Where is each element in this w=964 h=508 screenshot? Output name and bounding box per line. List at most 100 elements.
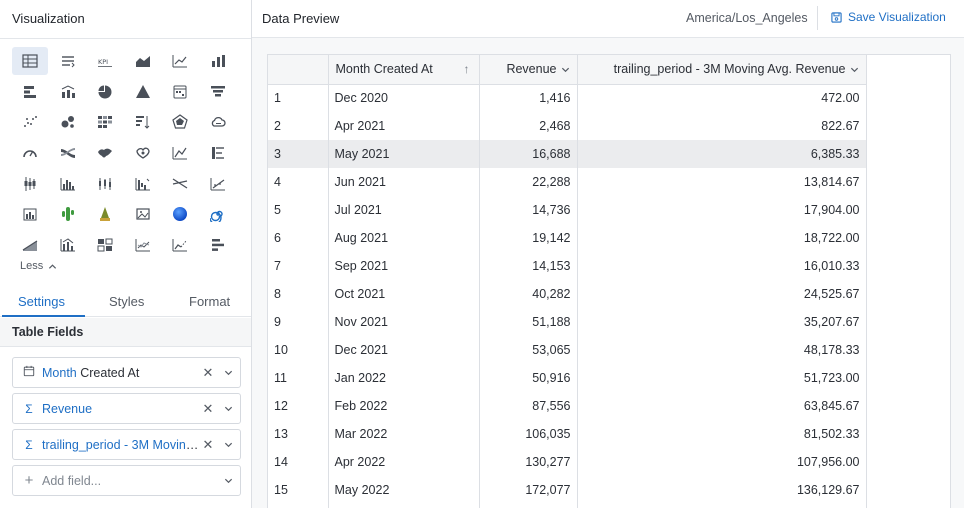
divider — [817, 6, 818, 30]
radar-icon — [172, 114, 189, 129]
table-row[interactable]: 13 Mar 2022 106,035 81,502.33 — [268, 420, 867, 448]
viz-type-word-cloud-button[interactable] — [200, 108, 236, 136]
viz-type-column-chart-button[interactable] — [200, 47, 236, 75]
sort-ascending-icon[interactable]: ↑ — [464, 62, 470, 76]
chevron-down-icon[interactable] — [216, 368, 240, 377]
column-header-revenue[interactable]: Revenue — [479, 55, 578, 85]
viz-type-funnel-button[interactable] — [200, 78, 236, 106]
remove-field-icon[interactable]: ✕ — [200, 437, 216, 453]
timezone-label[interactable]: America/Los_Angeles — [686, 11, 808, 25]
table-row[interactable]: 5 Jul 2021 14,736 17,904.00 — [268, 196, 867, 224]
less-toggle-button[interactable]: Less — [20, 260, 57, 272]
revenue-cell: 53,065 — [479, 336, 578, 364]
field-revenue[interactable]: Σ Revenue ✕ — [12, 393, 241, 424]
tab-format[interactable]: Format — [189, 294, 230, 309]
table-row[interactable]: 6 Aug 2021 19,142 18,722.00 — [268, 224, 867, 252]
table-row[interactable]: 11 Jan 2022 50,916 51,723.00 — [268, 364, 867, 392]
remove-field-icon[interactable]: ✕ — [200, 401, 216, 417]
viz-type-ramp-button[interactable] — [12, 231, 48, 259]
moving-avg-cell: 13,814.67 — [577, 168, 867, 196]
viz-type-column-combo-button[interactable] — [50, 231, 86, 259]
viz-type-pivot-table-button[interactable] — [50, 47, 86, 75]
viz-type-gauge-button[interactable] — [12, 139, 48, 167]
tab-styles[interactable]: Styles — [109, 294, 144, 309]
viz-type-pie-chart-button[interactable] — [87, 78, 123, 106]
table-row[interactable]: 16 — [268, 504, 867, 508]
month-cell: May 2022 — [328, 476, 480, 504]
viz-type-bar-chart-button[interactable] — [12, 78, 48, 106]
column-header-month[interactable]: Month Created At ↑ — [328, 55, 480, 85]
viz-type-spiral-button[interactable] — [200, 200, 236, 228]
table-row[interactable]: 14 Apr 2022 130,277 107,956.00 — [268, 448, 867, 476]
viz-type-sphere-button[interactable] — [162, 200, 198, 228]
save-icon — [831, 11, 842, 23]
data-table-container[interactable]: Month Created At ↑ Revenue trailing_peri… — [267, 54, 951, 508]
remove-field-icon[interactable]: ✕ — [200, 365, 216, 381]
viz-type-table-button[interactable] — [12, 47, 48, 75]
viz-type-scatter-button[interactable] — [12, 108, 48, 136]
viz-type-radar-button[interactable] — [162, 108, 198, 136]
row-index-cell: 1 — [268, 84, 329, 112]
viz-type-slope-button[interactable] — [162, 170, 198, 198]
viz-type-combo-chart-button[interactable] — [50, 78, 86, 106]
viz-type-area-chart-button[interactable] — [125, 47, 161, 75]
row-index-cell: 3 — [268, 140, 329, 168]
tab-settings[interactable]: Settings — [18, 294, 65, 309]
table-row[interactable]: 3 May 2021 16,688 6,385.33 — [268, 140, 867, 168]
row-index-cell: 13 — [268, 420, 329, 448]
viz-type-tree-button[interactable] — [87, 200, 123, 228]
table-row[interactable]: 8 Oct 2021 40,282 24,525.67 — [268, 280, 867, 308]
viz-type-trend-button[interactable] — [162, 139, 198, 167]
chevron-up-icon — [49, 263, 57, 269]
table-row[interactable]: 4 Jun 2021 22,288 13,814.67 — [268, 168, 867, 196]
viz-type-map-button[interactable] — [87, 139, 123, 167]
multi-line-icon — [135, 239, 150, 252]
viz-type-bubble-button[interactable] — [50, 108, 86, 136]
viz-type-line-chart-button[interactable] — [162, 47, 198, 75]
chevron-down-icon[interactable] — [216, 476, 240, 485]
viz-type-candlestick-button[interactable] — [87, 170, 123, 198]
chevron-down-icon[interactable] — [216, 440, 240, 449]
area-chart-icon — [135, 56, 150, 67]
table-row[interactable]: 7 Sep 2021 14,153 16,010.33 — [268, 252, 867, 280]
viz-type-cactus-button[interactable] — [50, 200, 86, 228]
table-row[interactable]: 15 May 2022 172,077 136,129.67 — [268, 476, 867, 504]
save-visualization-button[interactable]: Save Visualization — [831, 10, 946, 24]
table-row[interactable]: 1 Dec 2020 1,416 472.00 — [268, 84, 867, 112]
viz-type-waterfall-button[interactable] — [125, 170, 161, 198]
viz-type-ordered-list-button[interactable] — [200, 139, 236, 167]
viz-type-sankey-button[interactable] — [50, 139, 86, 167]
field-trailing-period[interactable]: Σ trailing_period - 3M Moving Avg. Reven… — [12, 429, 241, 460]
chevron-down-icon[interactable] — [850, 65, 859, 74]
table-row[interactable]: 2 Apr 2021 2,468 822.67 — [268, 112, 867, 140]
viz-type-pyramid-button[interactable] — [125, 78, 161, 106]
chevron-down-icon[interactable] — [561, 65, 570, 74]
table-row[interactable]: 10 Dec 2021 53,065 48,178.33 — [268, 336, 867, 364]
viz-type-sorted-bar-button[interactable] — [125, 108, 161, 136]
viz-type-boxplot-button[interactable] — [12, 170, 48, 198]
waterfall-icon — [135, 177, 150, 191]
viz-type-small-multiples-button[interactable] — [12, 200, 48, 228]
column-header-index — [268, 55, 329, 85]
viz-type-hbar-button[interactable] — [200, 231, 236, 259]
viz-type-image-button[interactable] — [125, 200, 161, 228]
viz-type-wordmap-button[interactable] — [125, 139, 161, 167]
save-label: Save Visualization — [848, 10, 946, 24]
add-field-select[interactable]: + Add field... — [12, 465, 241, 496]
viz-type-kpi-button[interactable]: KPI — [87, 47, 123, 75]
chevron-down-icon[interactable] — [216, 404, 240, 413]
viz-type-layout-button[interactable] — [87, 231, 123, 259]
moving-avg-cell: 63,845.67 — [577, 392, 867, 420]
viz-type-histogram-button[interactable] — [50, 170, 86, 198]
viz-type-regression-button[interactable] — [200, 170, 236, 198]
viz-type-heatmap-button[interactable] — [87, 108, 123, 136]
column-header-trailing-period[interactable]: trailing_period - 3M Moving Avg. Revenue — [577, 55, 867, 85]
viz-type-forecast-button[interactable] — [162, 231, 198, 259]
table-row[interactable]: 9 Nov 2021 51,188 35,207.67 — [268, 308, 867, 336]
moving-avg-cell: 24,525.67 — [577, 280, 867, 308]
viz-type-calendar-heatmap-button[interactable] — [162, 78, 198, 106]
calendar-icon — [22, 365, 36, 380]
table-row[interactable]: 12 Feb 2022 87,556 63,845.67 — [268, 392, 867, 420]
field-month-created-at[interactable]: Month Created At ✕ — [12, 357, 241, 388]
viz-type-multi-line-button[interactable] — [125, 231, 161, 259]
